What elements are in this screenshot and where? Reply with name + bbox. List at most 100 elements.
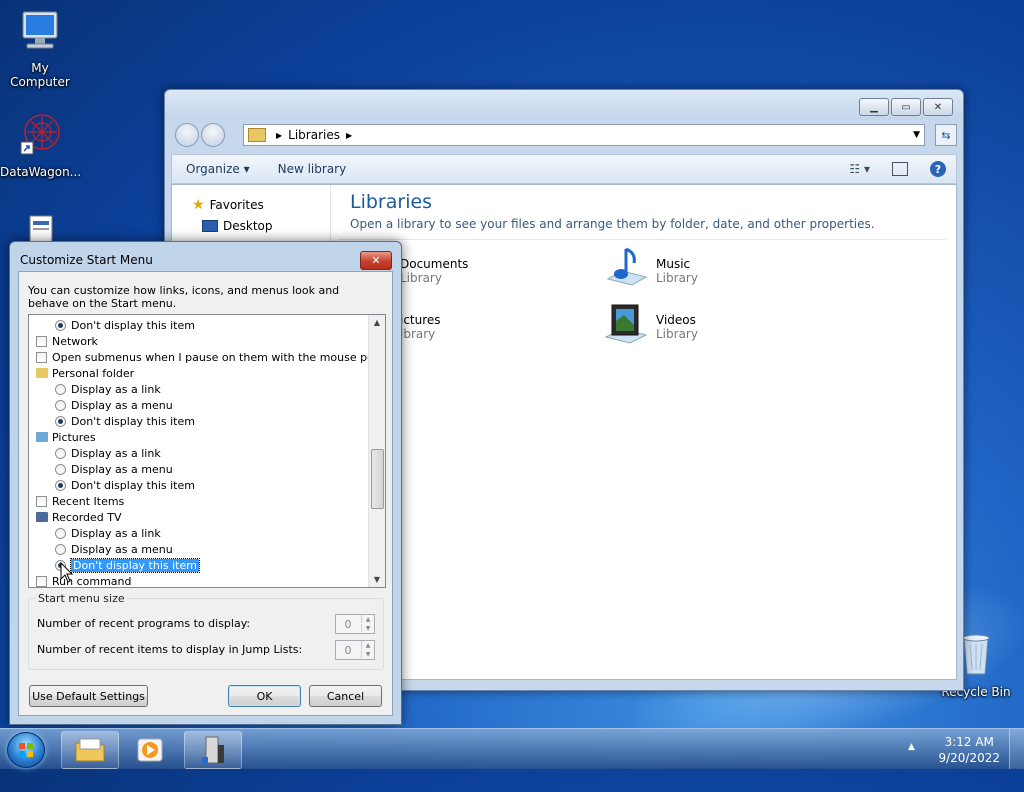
list-radio-item[interactable]: Don't display this item [55,317,195,333]
mouse-pointer-icon [60,562,74,583]
library-documents[interactable]: Documents Library [400,257,468,285]
recent-programs-stepper[interactable]: 0 ▲ ▼ [335,614,375,634]
list-radio-item[interactable]: Display as a menu [55,461,173,477]
scroll-up-button[interactable]: ▲ [369,315,385,330]
radio-button[interactable] [55,399,66,411]
media-player-icon [137,738,163,762]
explorer-titlebar[interactable] [165,90,963,120]
list-radio-item[interactable]: Display as a link [55,381,161,397]
jump-list-value[interactable]: 0 [336,641,360,659]
radio-button[interactable] [55,543,66,555]
dialog-close-button[interactable]: ✕ [360,251,392,270]
forward-button[interactable] [201,123,225,147]
library-type: Library [656,271,698,285]
music-icon [602,245,648,294]
breadcrumb-chevron-icon[interactable]: ▶ [346,131,352,140]
radio-button[interactable] [55,479,66,491]
desktop-icon-datawagon[interactable]: DataWagon... [0,112,81,179]
address-dropdown-icon[interactable]: ▼ [913,130,920,140]
checkbox[interactable] [36,575,47,587]
close-button[interactable]: ✕ [923,98,953,116]
nav-desktop[interactable]: Desktop [202,219,273,233]
list-radio-item[interactable]: Don't display this item [55,557,200,573]
dialog-description: You can customize how links, icons, and … [28,284,340,310]
show-hidden-icons-icon[interactable]: ▲ [908,742,915,752]
page-subtitle: Open a library to see your files and arr… [350,217,875,231]
list-checkbox-item[interactable]: Open submenus when I pause on them with … [36,349,385,365]
scroll-down-button[interactable]: ▼ [369,572,385,587]
list-radio-item[interactable]: Display as a link [55,525,161,541]
taskbar-explorer-button[interactable] [61,731,119,769]
radio-button[interactable] [55,319,66,331]
recent-programs-value[interactable]: 0 [336,615,360,633]
library-name: Music [656,257,691,271]
use-default-settings-button[interactable]: Use Default Settings [29,685,148,707]
list-item-label: Display as a link [71,382,161,396]
preview-pane-icon[interactable] [892,162,908,176]
list-item-label: Display as a link [71,526,161,540]
maximize-icon: ▭ [901,101,911,113]
list-item-label: Display as a menu [71,462,173,476]
show-desktop-button[interactable] [1009,729,1024,769]
breadcrumb-libraries[interactable]: Libraries [288,128,340,142]
list-radio-item[interactable]: Display as a menu [55,541,173,557]
address-bar[interactable]: ▶ Libraries ▶ ▼ [243,124,925,146]
view-options-icon[interactable]: ☷ ▾ [849,162,870,176]
new-library-button[interactable]: New library [264,162,361,176]
radio-button[interactable] [55,463,66,475]
scroll-thumb[interactable] [371,449,384,509]
ok-button[interactable]: OK [228,685,301,707]
library-music[interactable]: Music Library [602,245,698,294]
taskbar-control-panel-button[interactable] [184,731,242,769]
minimize-button[interactable]: ▁ [859,98,889,116]
list-checkbox-item[interactable]: Network [36,333,98,349]
divider [338,239,946,240]
spin-up-icon[interactable]: ▲ [361,641,374,649]
cancel-button[interactable]: Cancel [309,685,382,707]
vertical-scrollbar[interactable]: ▲ ▼ [368,315,385,587]
organize-button[interactable]: Organize ▾ [172,162,264,176]
library-pictures[interactable]: ictures ibrary [400,313,441,341]
radio-button[interactable] [55,527,66,539]
group-label: Start menu size [36,592,127,605]
list-radio-item[interactable]: Don't display this item [55,413,195,429]
chevron-down-icon: ▼ [373,575,381,584]
checkbox[interactable] [36,335,47,347]
maximize-button[interactable]: ▭ [891,98,921,116]
start-menu-size-group: Start menu size Number of recent program… [28,592,384,670]
taskbar-media-player-button[interactable] [121,731,179,769]
list-item-label: Personal folder [52,366,135,380]
start-button[interactable] [7,732,45,768]
jump-list-stepper[interactable]: 0 ▲ ▼ [335,640,375,660]
list-checkbox-item[interactable]: Recent Items [36,493,124,509]
spin-up-icon[interactable]: ▲ [361,615,374,623]
refresh-button[interactable]: ⇆ [935,124,957,146]
checkbox[interactable] [36,351,47,363]
nav-desktop-label: Desktop [223,219,273,233]
desktop-icon-my-computer[interactable]: My Computer [0,10,80,89]
tv-icon [36,512,48,522]
list-radio-item[interactable]: Don't display this item [55,477,195,493]
list-radio-item[interactable]: Display as a menu [55,397,173,413]
list-checkbox-item[interactable]: Run command [36,573,132,587]
back-button[interactable] [175,123,199,147]
minimize-icon: ▁ [870,101,878,113]
window-controls: ▁ ▭ ✕ [859,98,953,116]
desktop-icon [202,220,218,232]
radio-button[interactable] [55,447,66,459]
spin-down-icon[interactable]: ▼ [361,650,374,658]
clock[interactable]: 3:12 AM 9/20/2022 [938,734,1000,766]
checkbox[interactable] [36,495,47,507]
list-radio-item[interactable]: Display as a link [55,445,161,461]
radio-button[interactable] [55,383,66,395]
jump-list-label: Number of recent items to display in Jum… [37,643,303,656]
library-videos[interactable]: Videos Library [602,301,698,350]
start-menu-options-list[interactable]: Don't display this item Network Open subme… [28,314,386,588]
nav-favorites[interactable]: ★ Favorites [192,197,264,213]
customize-start-menu-dialog[interactable]: Customize Start Menu ✕ You can customize… [9,241,402,725]
list-item-label: Don't display this item [71,478,195,492]
spin-down-icon[interactable]: ▼ [361,624,374,632]
radio-button[interactable] [55,415,66,427]
control-panel-icon [202,736,224,764]
help-icon[interactable]: ? [930,161,946,177]
